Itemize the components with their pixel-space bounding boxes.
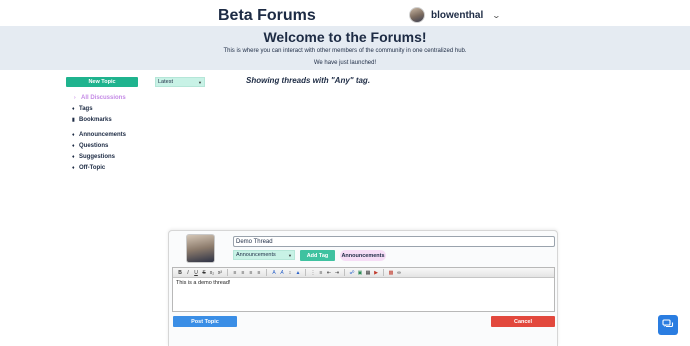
italic-icon[interactable]: I — [184, 269, 192, 277]
chat-icon — [662, 319, 674, 328]
sidebar-item-label: Bookmarks — [79, 116, 112, 123]
code-icon[interactable]: ∞ — [395, 269, 403, 277]
welcome-banner: Welcome to the Forums! This is where you… — [0, 26, 690, 70]
banner-title: Welcome to the Forums! — [263, 29, 427, 45]
indent-icon[interactable]: ⇥ — [333, 269, 341, 277]
showing-threads-text: Showing threads with "Any" tag. — [246, 76, 371, 85]
font-italic-style-icon[interactable]: A — [278, 269, 286, 277]
tag-icon: ♦ — [72, 153, 75, 160]
sidebar-item-label: Suggestions — [79, 153, 116, 160]
date-icon[interactable]: ▩ — [387, 269, 395, 277]
rich-text-editor[interactable]: B I U S x₂ x² ≡ ≡ ≡ ≡ A A ↕ ▲ ⋮ ≡ ⇤ ⇥ ☍ … — [172, 267, 555, 312]
sidebar-item-label: Off-Topic — [79, 164, 106, 171]
chevron-down-icon[interactable]: ⌄ — [492, 11, 501, 20]
font-size-icon[interactable]: ↕ — [286, 269, 294, 277]
banner-subtitle: This is where you can interact with othe… — [223, 48, 467, 54]
caret-down-icon: ▼ — [198, 79, 202, 85]
tags-icon: ♦ — [72, 105, 75, 112]
add-tag-button[interactable]: Add Tag — [300, 250, 335, 261]
bold-icon[interactable]: B — [176, 269, 184, 277]
chevron-right-icon: › — [74, 94, 76, 101]
chat-button[interactable] — [658, 315, 678, 335]
caret-down-icon: ▼ — [288, 252, 292, 258]
tag-chip[interactable]: Announcements — [340, 250, 386, 261]
site-title[interactable]: Beta Forums — [218, 7, 316, 25]
sidebar-item-label: Tags — [79, 105, 93, 112]
numbered-list-icon[interactable]: ≡ — [317, 269, 325, 277]
post-topic-button[interactable]: Post Topic — [173, 316, 237, 327]
tag-icon: ♦ — [72, 142, 75, 149]
tag-icon: ♦ — [72, 164, 75, 171]
font-style-icon[interactable]: A — [270, 269, 278, 277]
superscript-icon[interactable]: x² — [216, 269, 224, 277]
category-select-value: Announcements — [236, 252, 276, 258]
sort-select[interactable]: Latest ▼ — [155, 77, 205, 87]
align-left-icon[interactable]: ≡ — [231, 269, 239, 277]
category-select[interactable]: Announcements ▼ — [233, 250, 295, 260]
sidebar-item-questions[interactable]: ♦ Questions — [72, 140, 126, 151]
align-right-icon[interactable]: ≡ — [247, 269, 255, 277]
thread-title-input[interactable]: Demo Thread — [233, 236, 555, 247]
link-icon[interactable]: ☍ — [348, 269, 356, 277]
new-topic-button[interactable]: New Topic — [66, 77, 138, 87]
new-thread-composer: Demo Thread Announcements ▼ Add Tag Anno… — [168, 230, 558, 346]
sidebar-item-bookmarks[interactable]: ▮ Bookmarks — [72, 114, 126, 125]
subscript-icon[interactable]: x₂ — [208, 269, 216, 277]
outdent-icon[interactable]: ⇤ — [325, 269, 333, 277]
sidebar-item-label: Announcements — [79, 131, 127, 138]
editor-content[interactable]: This is a demo thread! — [173, 278, 554, 288]
sidebar-item-suggestions[interactable]: ♦ Suggestions — [72, 151, 126, 162]
strikethrough-icon[interactable]: S — [200, 269, 208, 277]
align-center-icon[interactable]: ≡ — [239, 269, 247, 277]
bookmark-icon: ▮ — [72, 116, 75, 123]
sidebar-item-all-discussions[interactable]: › All Discussions — [72, 92, 126, 103]
align-justify-icon[interactable]: ≡ — [255, 269, 263, 277]
table-icon[interactable]: ▦ — [364, 269, 372, 277]
banner-announcement: We have just launched! — [313, 60, 377, 66]
avatar — [186, 234, 215, 263]
sidebar-item-tags[interactable]: ♦ Tags — [72, 103, 126, 114]
underline-icon[interactable]: U — [192, 269, 200, 277]
image-icon[interactable]: ▣ — [356, 269, 364, 277]
user-menu[interactable]: blowenthal ⌄ — [409, 6, 501, 24]
sidebar-item-label: All Discussions — [81, 94, 126, 101]
text-color-icon[interactable]: ▲ — [294, 269, 302, 277]
sidebar-item-label: Questions — [79, 142, 109, 149]
sidebar-nav: › All Discussions ♦ Tags ▮ Bookmarks ♦ A… — [72, 92, 126, 173]
media-icon[interactable]: ▶ — [372, 269, 380, 277]
bullet-list-icon[interactable]: ⋮ — [309, 269, 317, 277]
tag-icon: ♦ — [72, 131, 75, 138]
editor-toolbar: B I U S x₂ x² ≡ ≡ ≡ ≡ A A ↕ ▲ ⋮ ≡ ⇤ ⇥ ☍ … — [173, 268, 554, 278]
cancel-button[interactable]: Cancel — [491, 316, 555, 327]
sort-select-value: Latest — [158, 79, 173, 85]
username[interactable]: blowenthal — [431, 10, 483, 21]
sidebar-item-off-topic[interactable]: ♦ Off-Topic — [72, 162, 126, 173]
sidebar-item-announcements[interactable]: ♦ Announcements — [72, 129, 126, 140]
avatar[interactable] — [409, 7, 425, 23]
